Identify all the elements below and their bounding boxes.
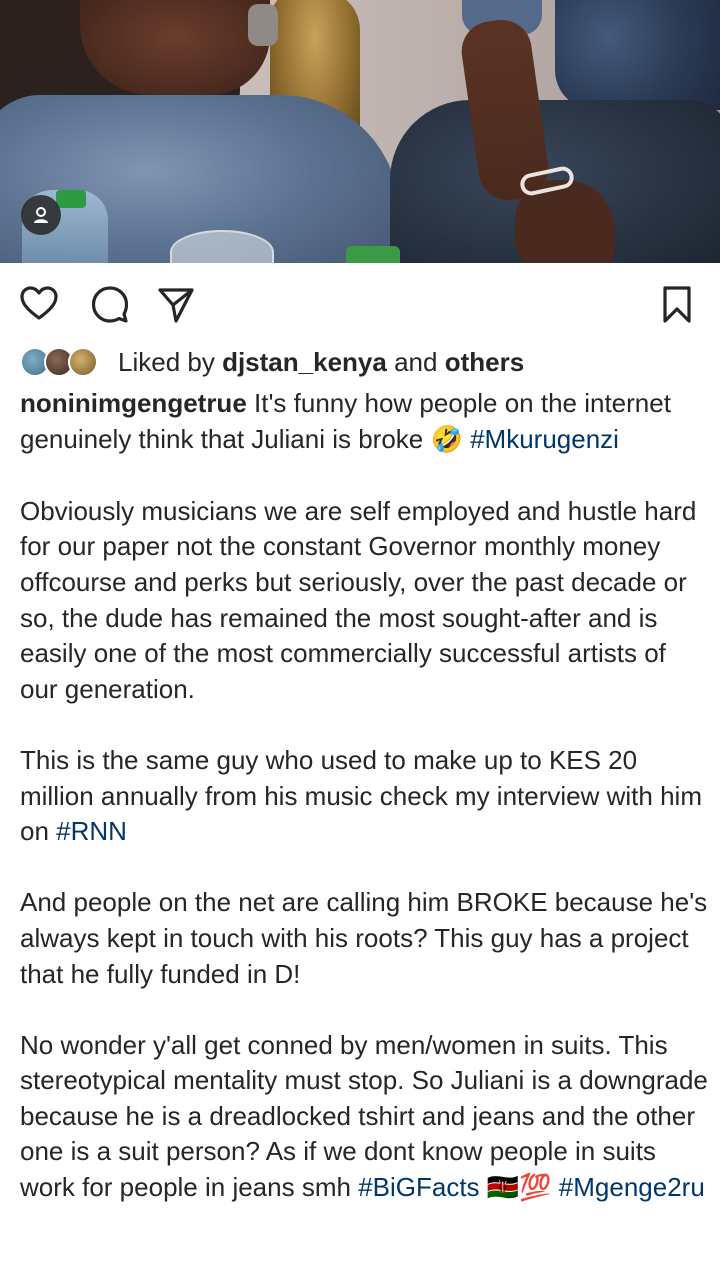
user-tags-button[interactable] [21, 195, 61, 235]
caption-paragraph: noninimgengetrue It's funny how people o… [20, 386, 710, 458]
caption-text: Obviously musicians we are self employed… [20, 495, 697, 704]
photo-shape [56, 190, 86, 208]
likes-others-link[interactable]: others [445, 347, 524, 377]
comment-button[interactable] [89, 283, 131, 325]
photo-shape [555, 0, 720, 110]
person-tag-icon [34, 207, 48, 223]
share-button[interactable] [155, 283, 197, 325]
heart-icon [20, 286, 58, 320]
save-button[interactable] [656, 283, 698, 325]
post-action-bar [0, 263, 720, 343]
likes-row[interactable]: Liked by djstan_kenya and others [20, 343, 524, 381]
likes-connector: and [394, 346, 438, 377]
send-icon [158, 288, 194, 323]
hashtag-link[interactable]: #Mkurugenzi [470, 424, 619, 454]
caption-paragraph: This is the same guy who used to make up… [20, 743, 710, 850]
avatar [68, 347, 98, 377]
like-button[interactable] [18, 283, 60, 325]
likes-prefix: Liked by [118, 346, 215, 377]
post-photo[interactable] [0, 0, 720, 263]
caption-username[interactable]: noninimgengetrue [20, 388, 247, 418]
flag-hundred-emoji: 🇰🇪💯 [486, 1173, 552, 1204]
hashtag-link[interactable]: #BiGFacts [358, 1172, 479, 1202]
caption-paragraph: And people on the net are calling him BR… [20, 885, 710, 992]
liked-by-username[interactable]: djstan_kenya [222, 347, 387, 377]
hashtag-link[interactable]: #RNN [56, 816, 127, 846]
caption-paragraph: No wonder y'all get conned by men/women … [20, 1028, 710, 1207]
laughing-emoji: 🤣 [430, 424, 463, 455]
photo-shape [248, 4, 278, 46]
post-caption: noninimgengetrue It's funny how people o… [20, 386, 710, 1242]
bookmark-icon [663, 286, 691, 323]
hashtag-link[interactable]: #Mgenge2ru [559, 1172, 705, 1202]
photo-shape [346, 246, 400, 263]
caption-text: And people on the net are calling him BR… [20, 887, 708, 989]
caption-paragraph: Obviously musicians we are self employed… [20, 494, 710, 708]
comment-icon [91, 286, 129, 323]
liker-avatars [20, 347, 104, 377]
photo-shape [80, 0, 270, 95]
likes-text: Liked by djstan_kenya and others [118, 347, 524, 378]
